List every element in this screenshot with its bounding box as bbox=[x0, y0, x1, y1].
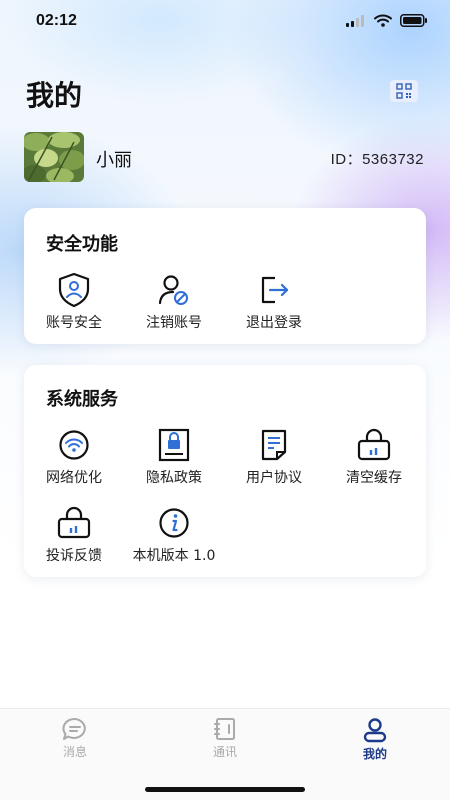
feedback-item[interactable]: 投诉反馈 bbox=[24, 505, 124, 565]
feedback-label: 投诉反馈 bbox=[46, 548, 102, 564]
logout-label: 退出登录 bbox=[246, 315, 302, 331]
tab-contacts[interactable]: 通讯 bbox=[180, 717, 270, 760]
signal-icon bbox=[346, 14, 364, 27]
tab-messages-label: 消息 bbox=[62, 745, 87, 759]
home-indicator bbox=[145, 787, 305, 792]
security-card-title: 安全功能 bbox=[46, 234, 118, 255]
user-agreement-item[interactable]: 用户协议 bbox=[224, 427, 324, 487]
account-security-item[interactable]: 账号安全 bbox=[24, 272, 124, 332]
tab-profile[interactable]: 我的 bbox=[330, 717, 420, 762]
clear-cache-label: 清空缓存 bbox=[346, 470, 402, 486]
avatar-image bbox=[24, 132, 84, 182]
bag-icon bbox=[357, 428, 391, 461]
chat-icon bbox=[62, 717, 86, 740]
info-icon bbox=[159, 508, 189, 538]
account-security-label: 账号安全 bbox=[46, 315, 102, 331]
services-card: 系统服务 网络优化 隐私政策 用户协议 清空缓存 投诉反馈 本机版本 1.0 bbox=[24, 365, 426, 577]
contacts-book-icon bbox=[214, 718, 235, 740]
privacy-policy-item[interactable]: 隐私政策 bbox=[124, 427, 224, 487]
username: 小丽 bbox=[96, 150, 132, 171]
qr-code-button[interactable] bbox=[390, 80, 418, 102]
network-optimize-item[interactable]: 网络优化 bbox=[24, 427, 124, 487]
agreement-document-icon bbox=[261, 429, 287, 461]
logout-icon bbox=[261, 276, 289, 304]
user-agreement-label: 用户协议 bbox=[246, 470, 302, 486]
page-title: 我的 bbox=[26, 79, 83, 112]
logout-item[interactable]: 退出登录 bbox=[224, 272, 324, 332]
tab-profile-label: 我的 bbox=[362, 747, 387, 761]
tab-contacts-label: 通讯 bbox=[212, 745, 237, 759]
wifi-icon bbox=[59, 430, 89, 460]
qr-code-icon bbox=[396, 83, 412, 99]
app-version-item[interactable]: 本机版本 1.0 bbox=[124, 505, 224, 565]
tab-messages[interactable]: 消息 bbox=[30, 717, 120, 760]
security-card: 安全功能 账号安全 注销账号 退出登录 bbox=[24, 208, 426, 344]
clear-cache-item[interactable]: 清空缓存 bbox=[324, 427, 424, 487]
status-time: 02:12 bbox=[36, 12, 77, 29]
app-version-label: 本机版本 1.0 bbox=[132, 548, 216, 564]
wifi-status-icon bbox=[374, 14, 392, 27]
avatar[interactable] bbox=[24, 132, 84, 182]
user-id: ID：5363732 bbox=[330, 151, 424, 168]
services-card-title: 系统服务 bbox=[46, 389, 118, 410]
status-bar: 02:12 bbox=[0, 0, 450, 44]
privacy-policy-label: 隐私政策 bbox=[146, 470, 202, 486]
shield-user-icon bbox=[58, 272, 90, 308]
status-icons bbox=[346, 14, 428, 27]
network-optimize-label: 网络优化 bbox=[46, 470, 102, 486]
user-cancel-icon bbox=[158, 275, 188, 305]
battery-icon bbox=[400, 14, 427, 27]
cancel-account-item[interactable]: 注销账号 bbox=[124, 272, 224, 332]
bag-icon bbox=[57, 506, 91, 539]
profile-icon bbox=[363, 718, 387, 743]
privacy-lock-icon bbox=[158, 428, 190, 462]
cancel-account-label: 注销账号 bbox=[146, 315, 202, 331]
